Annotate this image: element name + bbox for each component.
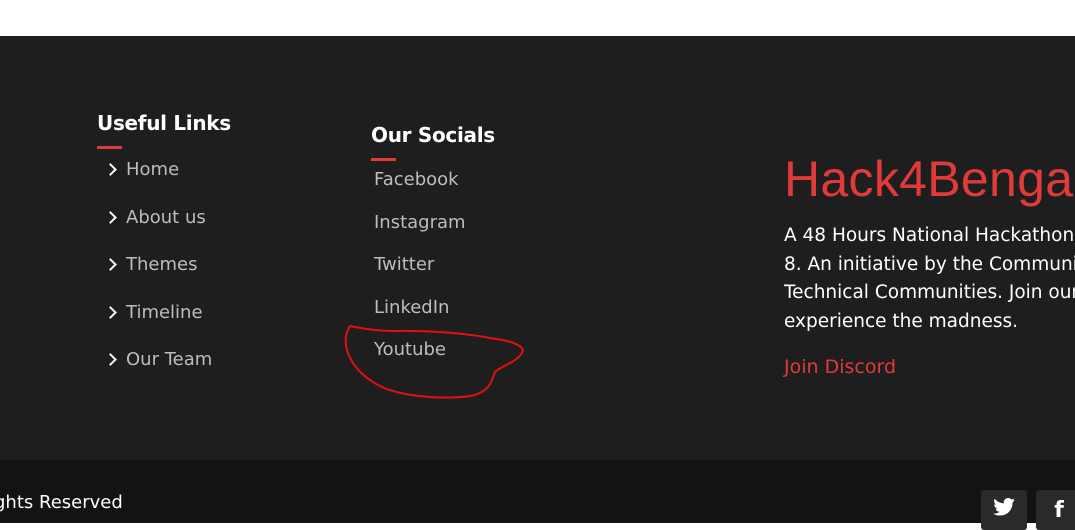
link-themes[interactable]: Themes: [104, 254, 197, 275]
useful-links-heading: Useful Links: [97, 111, 231, 135]
useful-links-underline: [97, 146, 122, 149]
social-link-youtube[interactable]: Youtube: [374, 339, 446, 360]
about-line: Technical Communities. Join our D: [784, 282, 1075, 303]
facebook-button[interactable]: f: [1036, 490, 1075, 530]
link-timeline[interactable]: Timeline: [104, 302, 203, 323]
about-line: experience the madness.: [784, 310, 1019, 332]
social-link-twitter[interactable]: Twitter: [374, 254, 434, 275]
facebook-icon: f: [1054, 498, 1064, 523]
link-label: Themes: [126, 254, 198, 275]
link-label: About us: [126, 207, 206, 228]
copyright-text: ights Reserved: [0, 492, 123, 513]
link-our-team[interactable]: Our Team: [104, 349, 212, 370]
twitter-button[interactable]: [981, 490, 1027, 530]
chevron-right-icon: [104, 306, 117, 319]
chevron-right-icon: [104, 211, 117, 224]
social-link-linkedin[interactable]: LinkedIn: [374, 297, 449, 318]
our-socials-underline: [371, 158, 396, 161]
footer-bottom-bar: [0, 460, 1075, 523]
social-link-instagram[interactable]: Instagram: [374, 212, 466, 233]
join-discord-link[interactable]: Join Discord: [784, 356, 896, 378]
about-text: A 48 Hours National Hackathon p 8. An in…: [784, 222, 1075, 336]
about-line: A 48 Hours National Hackathon p: [784, 225, 1075, 246]
twitter-icon: [993, 498, 1015, 516]
chevron-right-icon: [104, 163, 117, 176]
chevron-right-icon: [104, 258, 117, 271]
link-label: Our Team: [126, 349, 213, 370]
link-about-us[interactable]: About us: [104, 207, 206, 228]
our-socials-heading: Our Socials: [371, 123, 495, 147]
link-label: Home: [126, 159, 180, 180]
brand-title: Hack4Benga: [784, 151, 1074, 207]
link-label: Timeline: [126, 302, 203, 323]
chevron-right-icon: [104, 353, 117, 366]
about-line: 8. An initiative by the Community,: [784, 253, 1075, 275]
link-home[interactable]: Home: [104, 159, 179, 180]
social-link-facebook[interactable]: Facebook: [374, 169, 459, 190]
